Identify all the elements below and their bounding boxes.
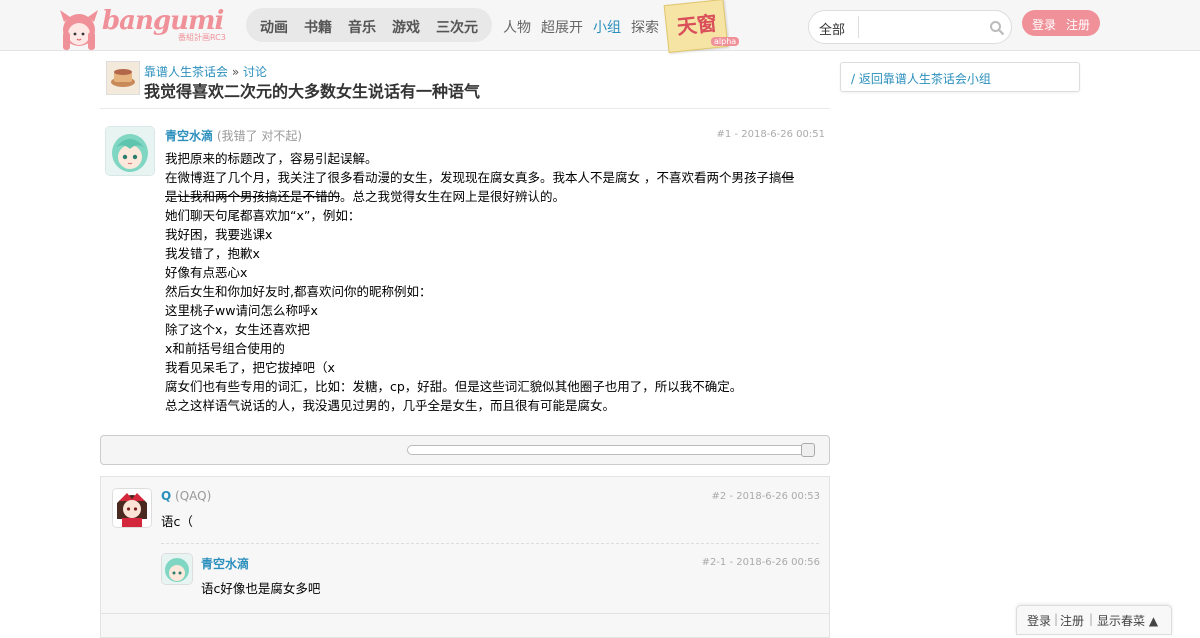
nav-book[interactable]: 书籍: [304, 17, 332, 37]
nav-music[interactable]: 音乐: [348, 17, 376, 37]
site-logo[interactable]: bangumi 番組計画RC3: [60, 6, 235, 52]
divider: [161, 543, 819, 544]
dock-separator: |: [1089, 612, 1094, 626]
post-line: 好像有点恶心x: [165, 265, 248, 280]
nav-game[interactable]: 游戏: [392, 17, 420, 37]
post-toolbar: [100, 435, 830, 465]
reply-text: 语c好像也是腐女多吧: [201, 581, 321, 596]
avatar[interactable]: [161, 553, 193, 585]
search-input[interactable]: [863, 17, 987, 37]
slider-handle[interactable]: [801, 443, 815, 457]
nav-person[interactable]: 人物: [503, 17, 531, 37]
breadcrumb-section-link[interactable]: 讨论: [243, 65, 267, 79]
search-scope-select[interactable]: 全部: [819, 19, 845, 38]
post-line: 她们聊天句尾都喜欢加“x”，例如：: [165, 208, 361, 223]
post-line: 我把原来的标题改了，容易引起误解。: [165, 151, 378, 166]
reply-author-link[interactable]: Q: [161, 489, 171, 503]
post-body: 我把原来的标题改了，容易引起误解。 在微博逛了几个月，我关注了很多看动漫的女生，…: [165, 149, 825, 415]
post-line: 我好困，我要逃课x: [165, 227, 273, 242]
divider: [101, 613, 829, 614]
post-author-sign: (我错了 对不起): [216, 129, 303, 143]
breadcrumb-separator: »: [228, 65, 243, 79]
search-icon[interactable]: [989, 20, 1005, 36]
page-title: 我觉得喜欢二次元的大多数女生说话有一种语气: [144, 82, 481, 101]
dock-separator: |: [1054, 612, 1059, 626]
reply-author: Q (QAQ): [161, 489, 211, 503]
reply-author: 青空水滴: [201, 555, 249, 572]
reply-author-sign: (QAQ): [175, 489, 212, 503]
post-line: 在微博逛了几个月，我关注了很多看动漫的女生，发现现在腐女真多。我本人不是腐女 ，…: [165, 170, 794, 185]
search-box: 全部: [808, 10, 1012, 44]
nav-real[interactable]: 三次元: [436, 17, 478, 37]
mascot-icon: [60, 10, 98, 50]
divider: [100, 108, 830, 109]
struck-text: 但: [781, 170, 794, 185]
alpha-tag: alpha: [711, 37, 740, 46]
post-floor[interactable]: #1 - 2018-6-26 00:51: [717, 129, 825, 140]
post-author-link[interactable]: 青空水滴: [165, 129, 213, 143]
post-line: 除了这个x，女生还喜欢把: [165, 322, 310, 337]
post-line: x和前括号组合使用的: [165, 341, 285, 356]
back-to-group-link[interactable]: / 返回靠谱人生茶话会小组: [840, 62, 1080, 92]
slider-track[interactable]: [407, 445, 809, 455]
post-line: 这里桃子ww请问怎么称呼x: [165, 303, 318, 318]
struck-text: 是让我和两个男孩搞还是不错的: [165, 189, 341, 204]
post-author: 青空水滴 (我错了 对不起): [165, 127, 302, 144]
login-button[interactable]: 登录: [1032, 16, 1056, 33]
breadcrumb-group-link[interactable]: 靠谱人生茶话会: [144, 65, 228, 79]
reply-floor[interactable]: #2 - 2018-6-26 00:53: [712, 491, 820, 502]
main-nav: 动画 书籍 音乐 游戏 三次元: [246, 8, 492, 42]
reply-text: 语c（: [161, 514, 193, 529]
nav-explore[interactable]: 探索: [631, 17, 659, 37]
nav-group[interactable]: 小组: [593, 17, 621, 37]
search-divider: [858, 16, 859, 38]
reply-list: Q (QAQ) #2 - 2018-6-26 00:53 语c（ 青空水滴 #2…: [100, 476, 830, 638]
reply-floor[interactable]: #2-1 - 2018-6-26 00:56: [702, 557, 820, 568]
logo-subtitle: 番組計画RC3: [178, 33, 226, 42]
bottom-dock: 登录 | 注册 | 显示春菜 ▲: [1016, 605, 1172, 635]
login-register-pill: 登录 注册: [1022, 10, 1100, 36]
nav-anime[interactable]: 动画: [260, 17, 288, 37]
back-to-group-label: / 返回靠谱人生茶话会小组: [851, 72, 991, 86]
site-header: bangumi 番組計画RC3 动画 书籍 音乐 游戏 三次元 人物 超展开 小…: [0, 0, 1200, 54]
reply-author-link[interactable]: 青空水滴: [201, 557, 249, 571]
post-line: 我发错了，抱歉x: [165, 246, 260, 261]
dock-register-link[interactable]: 注册: [1060, 612, 1084, 629]
group-icon[interactable]: [106, 61, 140, 95]
dock-login-link[interactable]: 登录: [1027, 612, 1051, 629]
nav-rakuen[interactable]: 超展开: [541, 17, 583, 37]
tianchuang-label: 天窗: [675, 10, 719, 39]
post-line: 然后女生和你加好友时,都喜欢问你的昵称例如：: [165, 284, 432, 299]
post-line: 总之这样语气说话的人，我没遇见过男的，几乎全是女生，而且很有可能是腐女。: [165, 398, 616, 413]
register-button[interactable]: 注册: [1066, 16, 1090, 33]
avatar[interactable]: [105, 126, 155, 176]
post-line: 我看见呆毛了，把它拔掉吧（x: [165, 360, 335, 375]
show-chunai-toggle[interactable]: 显示春菜 ▲: [1097, 612, 1158, 629]
avatar[interactable]: [112, 488, 152, 528]
post-line: 腐女们也有些专用的词汇，比如：发糖，cp，好甜。但是这些词汇貌似其他圈子也用了，…: [165, 379, 743, 394]
post-line: 是让我和两个男孩搞还是不错的。总之我觉得女生在网上是很好辨认的。: [165, 189, 566, 204]
